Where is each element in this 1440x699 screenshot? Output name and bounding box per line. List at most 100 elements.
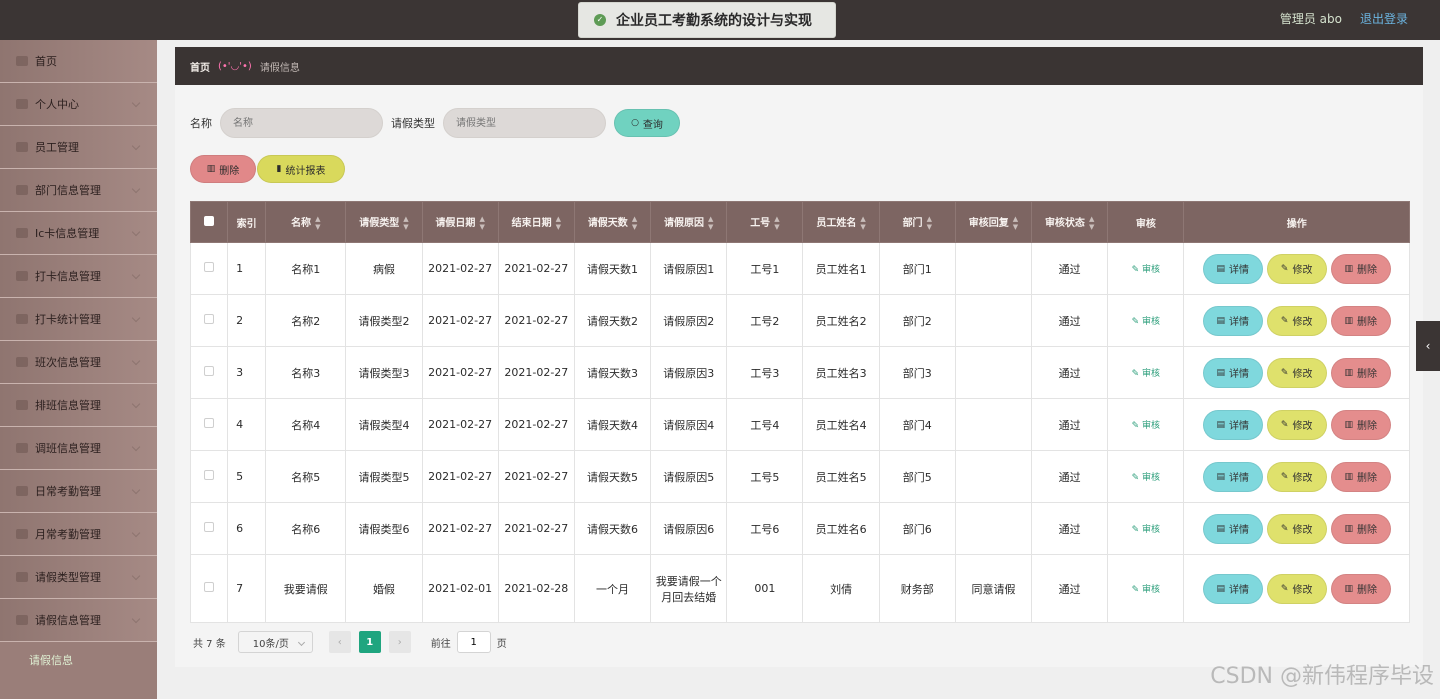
sidebar-item[interactable]: 排班信息管理	[0, 384, 157, 427]
column-header[interactable]: 请假原因 ▲ ▼	[650, 201, 728, 243]
type-search-input[interactable]	[443, 108, 606, 138]
column-header[interactable]: 部门 ▲ ▼	[878, 201, 956, 243]
delete-button[interactable]: ▥ 删除	[1330, 253, 1391, 284]
collapse-toggle-button[interactable]: ‹	[1416, 321, 1440, 371]
select-all-checkbox[interactable]	[204, 215, 215, 226]
sidebar-item[interactable]: 日常考勤管理	[0, 470, 157, 513]
audit-link[interactable]: ✎ 审核	[1132, 265, 1160, 275]
delete-button[interactable]: ▥ 删除	[1330, 357, 1391, 388]
audit-link[interactable]: ✎ 审核	[1132, 585, 1160, 595]
page-number[interactable]: 1	[358, 631, 381, 653]
audit-link[interactable]: ✎ 审核	[1132, 317, 1160, 327]
batch-delete-button[interactable]: ▥ 删除	[190, 155, 256, 183]
sidebar-item[interactable]: 请假类型管理	[0, 556, 157, 599]
detail-button[interactable]: ▤ 详情	[1202, 573, 1263, 604]
audit-link[interactable]: ✎ 审核	[1132, 369, 1160, 379]
detail-button[interactable]: ▤ 详情	[1202, 357, 1263, 388]
query-button[interactable]: ○ 查询	[614, 109, 680, 137]
sidebar-item[interactable]: Ic卡信息管理	[0, 212, 157, 255]
goto-page-input[interactable]	[456, 631, 491, 653]
column-header[interactable]: 名称 ▲ ▼	[265, 201, 347, 243]
sidebar-item[interactable]: 月常考勤管理	[0, 513, 157, 556]
page-size-select[interactable]: 10条/页	[237, 631, 313, 653]
name-search-input[interactable]	[220, 108, 383, 138]
row-select-cell[interactable]	[189, 554, 229, 623]
edit-button[interactable]: ✎ 修改	[1266, 513, 1327, 544]
sidebar-item[interactable]: 个人中心	[0, 83, 157, 126]
row-checkbox[interactable]	[204, 262, 215, 272]
row-checkbox[interactable]	[204, 418, 215, 428]
sort-icon[interactable]: ▲ ▼	[1089, 215, 1094, 231]
table-cell: 我要请假一个月回去结婚	[650, 554, 728, 623]
audit-link[interactable]: ✎ 审核	[1132, 525, 1160, 535]
audit-link[interactable]: ✎ 审核	[1132, 473, 1160, 483]
sidebar-item[interactable]: 请假信息管理	[0, 599, 157, 642]
sort-icon[interactable]: ▲ ▼	[479, 215, 484, 231]
sort-icon[interactable]: ▲ ▼	[927, 215, 932, 231]
row-checkbox[interactable]	[204, 314, 215, 324]
detail-button[interactable]: ▤ 详情	[1202, 253, 1263, 284]
sort-icon[interactable]: ▲ ▼	[860, 215, 865, 231]
column-header[interactable]: 请假类型 ▲ ▼	[345, 201, 423, 243]
select-all-cell[interactable]	[189, 201, 229, 243]
sort-icon[interactable]: ▲ ▼	[556, 215, 561, 231]
column-header[interactable]: 请假日期 ▲ ▼	[421, 201, 499, 243]
sidebar-item[interactable]: 打卡信息管理	[0, 255, 157, 298]
column-header[interactable]: 请假天数 ▲ ▼	[573, 201, 652, 243]
sidebar-item[interactable]: 首页	[0, 40, 157, 83]
delete-button[interactable]: ▥ 删除	[1330, 461, 1391, 492]
sidebar-subitem-active[interactable]: 请假信息	[0, 642, 157, 678]
stats-report-button[interactable]: ▮ 统计报表	[257, 155, 345, 183]
edit-button[interactable]: ✎ 修改	[1266, 573, 1327, 604]
row-select-cell[interactable]	[189, 502, 229, 555]
delete-button[interactable]: ▥ 删除	[1330, 305, 1391, 336]
delete-button[interactable]: ▥ 删除	[1330, 573, 1391, 604]
sort-icon[interactable]: ▲ ▼	[632, 215, 637, 231]
row-checkbox[interactable]	[204, 582, 215, 592]
row-select-cell[interactable]	[189, 346, 229, 399]
row-select-cell[interactable]	[189, 398, 229, 451]
breadcrumb-home[interactable]: 首页	[190, 59, 210, 74]
sort-icon[interactable]: ▲ ▼	[403, 215, 408, 231]
sidebar-item[interactable]: 部门信息管理	[0, 169, 157, 212]
next-page-button[interactable]: ›	[388, 631, 411, 653]
detail-button[interactable]: ▤ 详情	[1202, 409, 1263, 440]
sidebar-item[interactable]: 班次信息管理	[0, 341, 157, 384]
sort-icon[interactable]: ▲ ▼	[708, 215, 713, 231]
column-header[interactable]: 工号 ▲ ▼	[726, 201, 804, 243]
pagination: 共 7 条 10条/页 ‹ 1 › 前往 页	[193, 631, 507, 653]
edit-button[interactable]: ✎ 修改	[1266, 357, 1327, 388]
sidebar-item[interactable]: 员工管理	[0, 126, 157, 169]
column-header[interactable]: 员工姓名 ▲ ▼	[802, 201, 880, 243]
edit-button[interactable]: ✎ 修改	[1266, 305, 1327, 336]
row-select-cell[interactable]	[189, 242, 229, 295]
row-select-cell[interactable]	[189, 294, 229, 347]
sort-icon[interactable]: ▲ ▼	[1013, 215, 1018, 231]
edit-button[interactable]: ✎ 修改	[1266, 253, 1327, 284]
chevron-down-icon	[131, 571, 141, 581]
edit-button[interactable]: ✎ 修改	[1266, 461, 1327, 492]
audit-link[interactable]: ✎ 审核	[1132, 421, 1160, 431]
detail-button[interactable]: ▤ 详情	[1202, 305, 1263, 336]
row-checkbox[interactable]	[204, 470, 215, 480]
detail-button[interactable]: ▤ 详情	[1202, 513, 1263, 544]
table-row: 2 名称2 请假类型2 2021-02-27 2021-02-27 请假天数2 请假原因2 工…	[189, 294, 1410, 347]
row-select-cell[interactable]	[189, 450, 229, 503]
sort-icon[interactable]: ▲ ▼	[774, 215, 779, 231]
delete-button[interactable]: ▥ 删除	[1330, 513, 1391, 544]
operations-cell: ▤ 详情 ✎ 修改 ▥ 删除	[1183, 502, 1410, 555]
prev-page-button[interactable]: ‹	[328, 631, 351, 653]
sort-icon[interactable]: ▲ ▼	[315, 215, 320, 231]
sidebar-item[interactable]: 调班信息管理	[0, 427, 157, 470]
edit-button-label: 修改	[1292, 525, 1313, 536]
sidebar-item[interactable]: 打卡统计管理	[0, 298, 157, 341]
row-checkbox[interactable]	[204, 522, 215, 532]
delete-button[interactable]: ▥ 删除	[1330, 409, 1391, 440]
column-header[interactable]: 审核回复 ▲ ▼	[954, 201, 1033, 243]
column-header[interactable]: 审核状态 ▲ ▼	[1031, 201, 1109, 243]
logout-link[interactable]: 退出登录	[1360, 10, 1408, 27]
detail-button[interactable]: ▤ 详情	[1202, 461, 1263, 492]
column-header[interactable]: 结束日期 ▲ ▼	[497, 201, 575, 243]
row-checkbox[interactable]	[204, 366, 215, 376]
edit-button[interactable]: ✎ 修改	[1266, 409, 1327, 440]
